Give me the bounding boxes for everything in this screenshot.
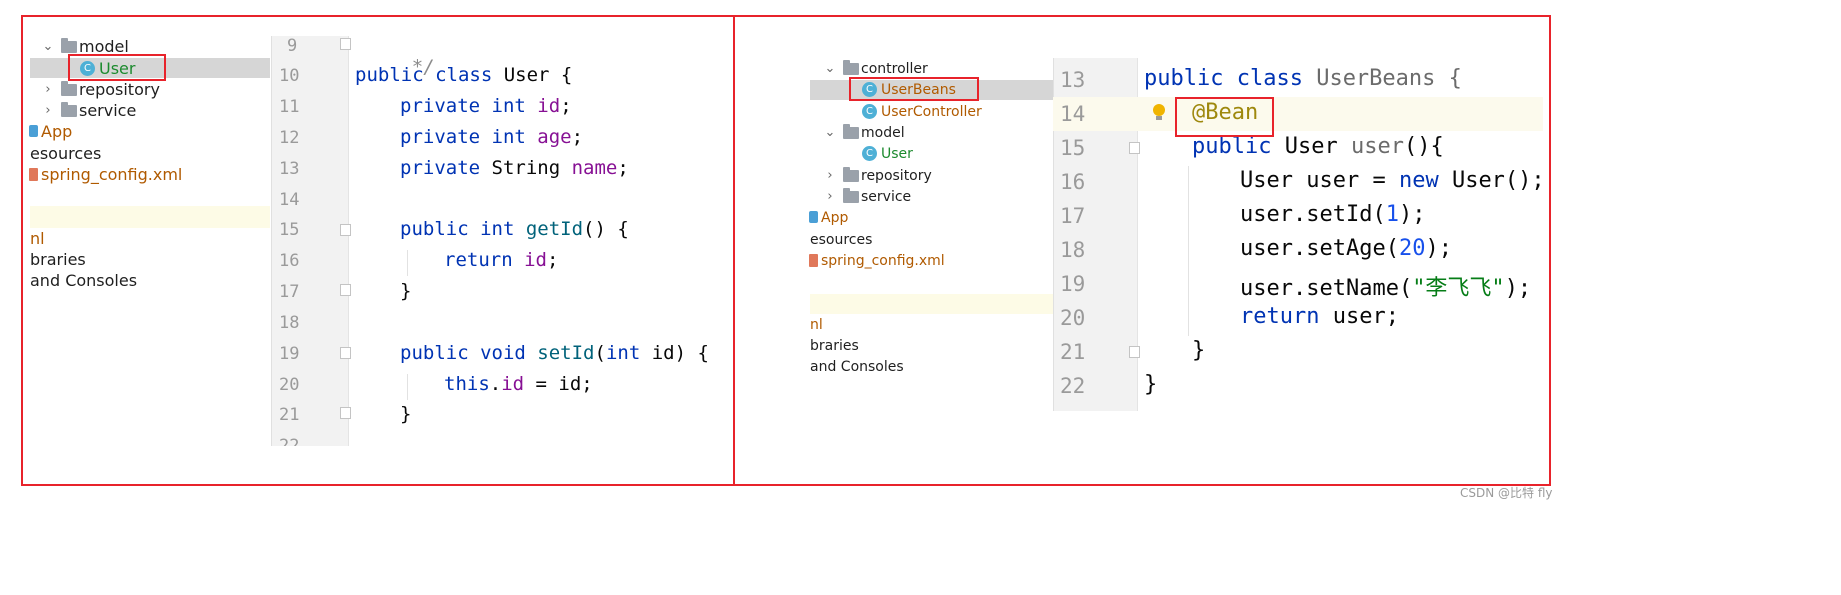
highlight-frame-right xyxy=(733,15,1551,486)
highlight-frame-left xyxy=(21,15,735,486)
watermark: CSDN @比特 fly xyxy=(1460,486,1553,500)
